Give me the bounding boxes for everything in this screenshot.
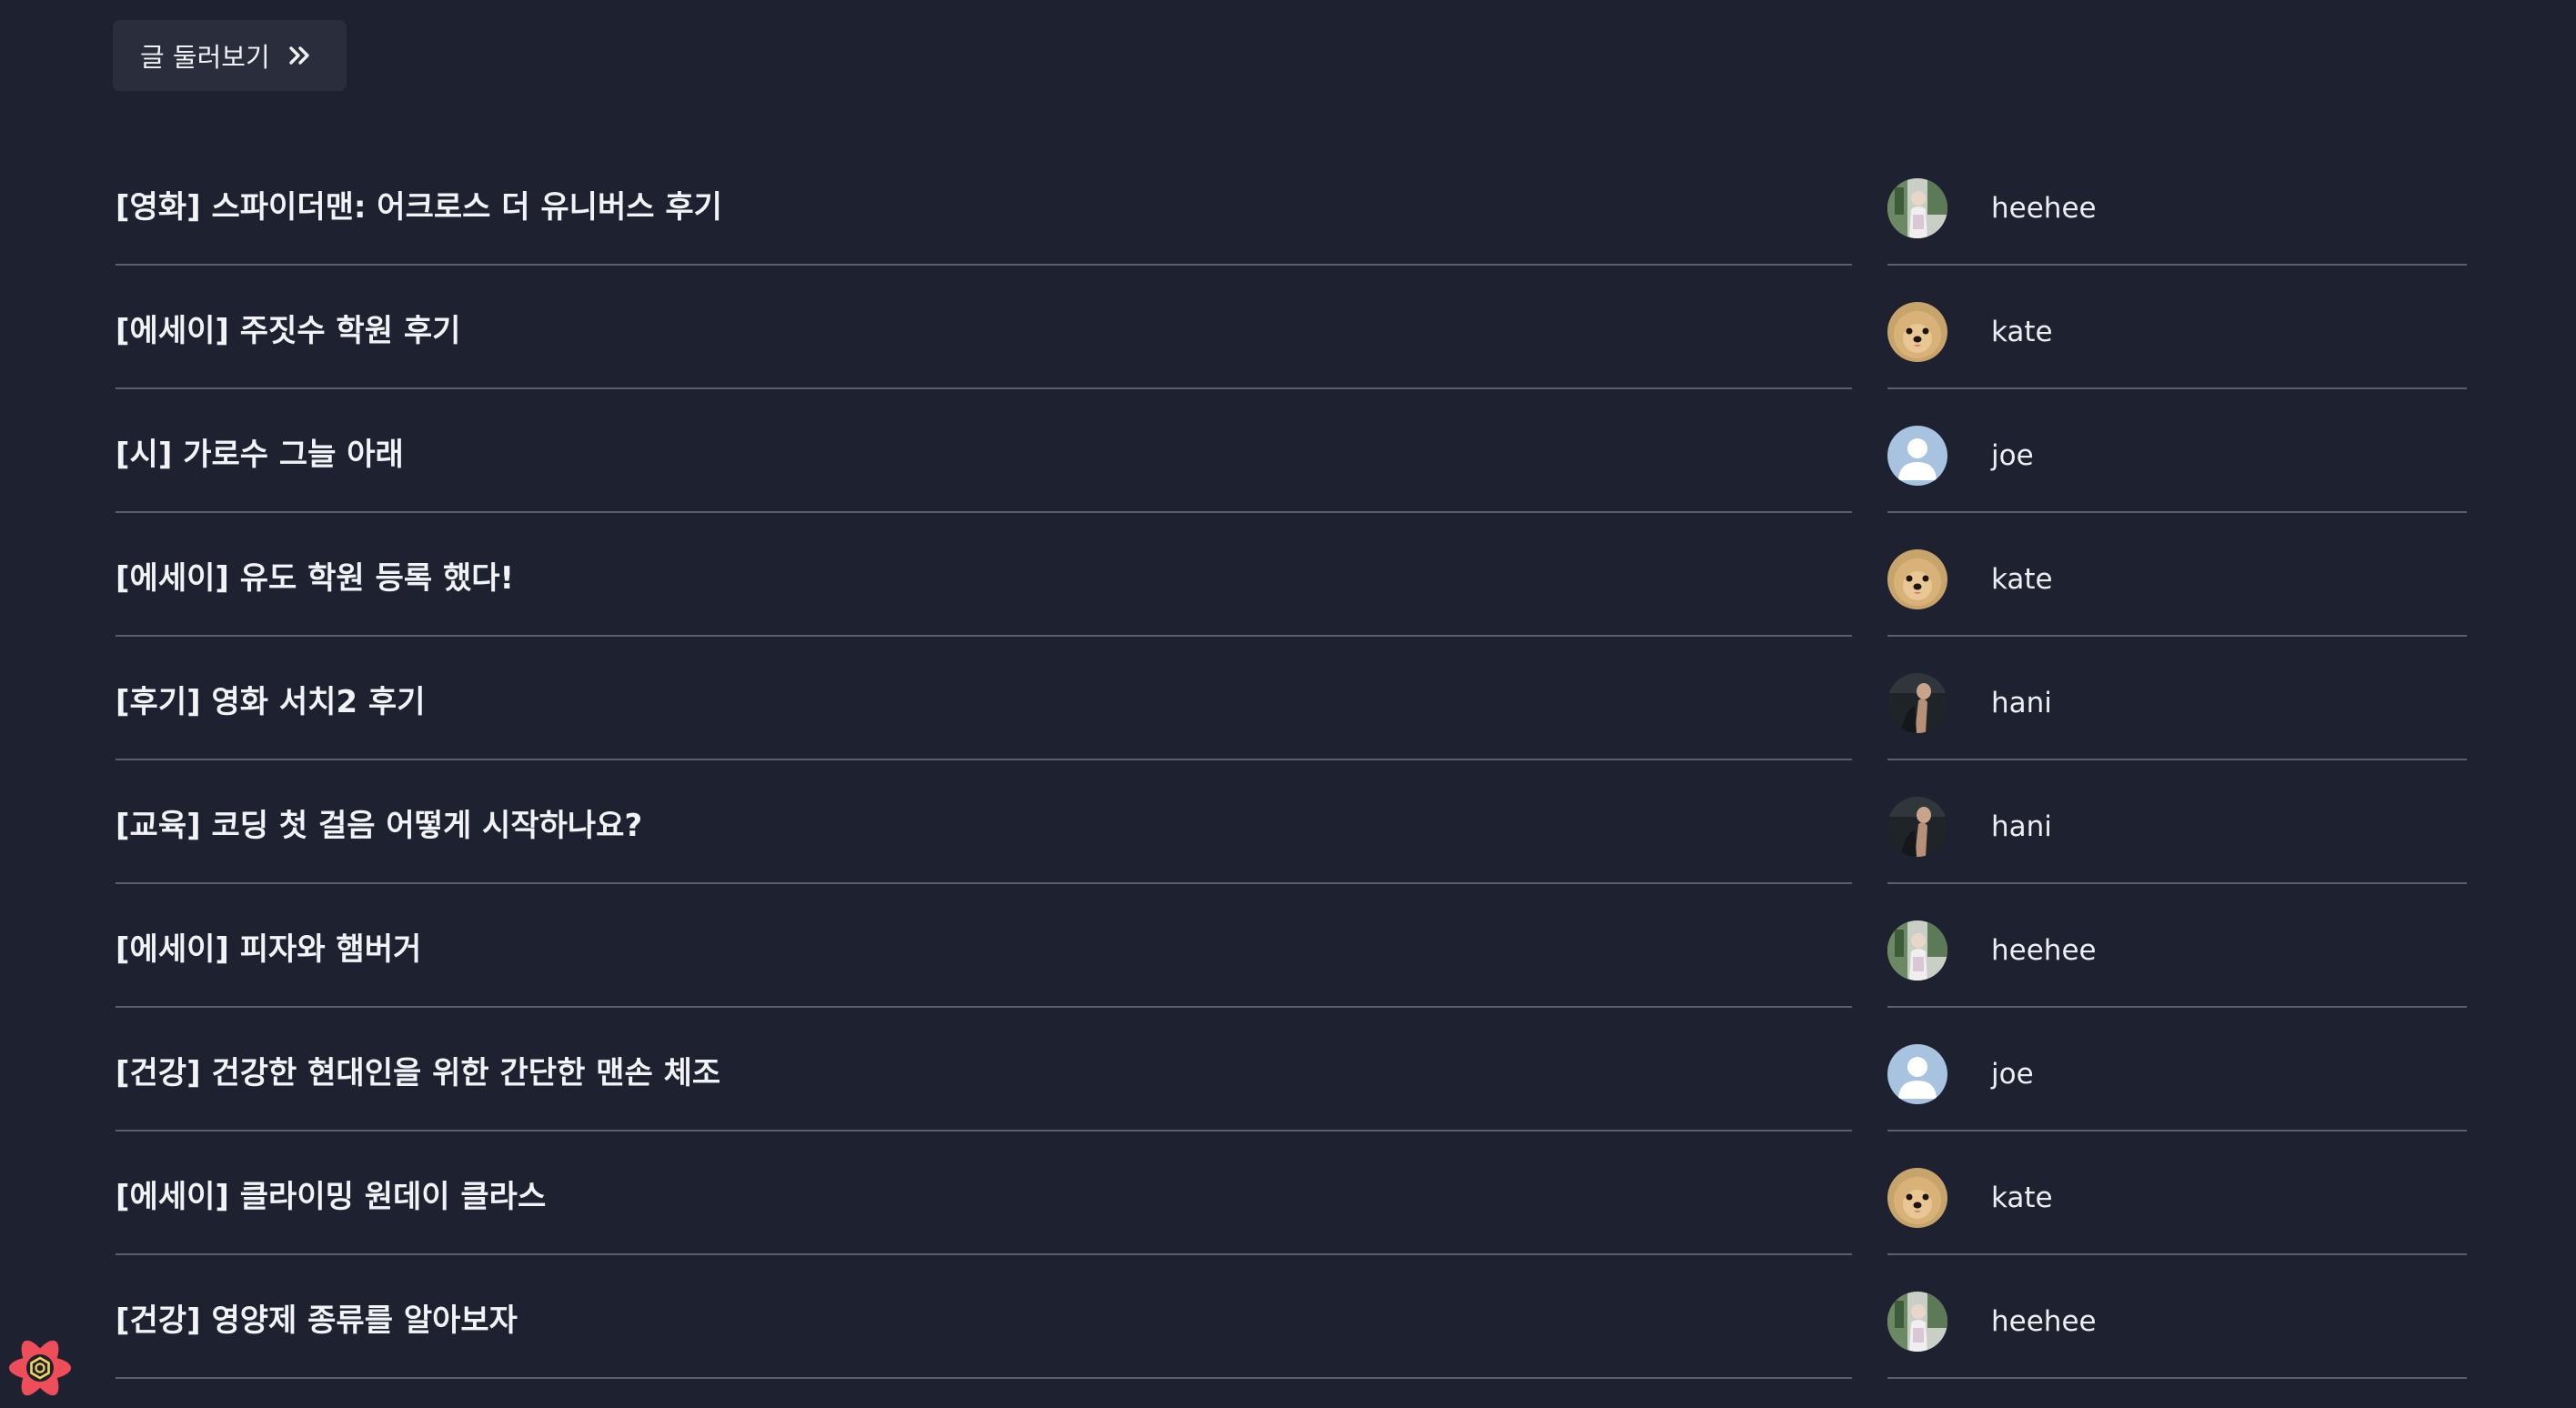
post-row: [후기] 영화 서치2 후기 hani [0,637,2576,760]
post-row: [건강] 영양제 종류를 알아보자 heehee [0,1255,2576,1379]
post-title[interactable]: [건강] 영양제 종류를 알아보자 [116,1295,518,1340]
avatar [1887,549,1947,609]
avatar [1887,302,1947,362]
author-name: kate [1991,1182,2053,1214]
post-title[interactable]: [교육] 코딩 첫 걸음 어떻게 시작하나요? [116,800,642,845]
avatar [1887,920,1947,981]
post-author[interactable]: kate [1887,549,2053,609]
author-name: heehee [1991,934,2097,967]
post-author[interactable]: heehee [1887,1292,2097,1352]
post-row: [시] 가로수 그늘 아래 joe [0,389,2576,513]
author-name: joe [1991,1058,2034,1091]
post-author[interactable]: joe [1887,1044,2034,1104]
post-title[interactable]: [에세이] 피자와 햄버거 [116,924,421,969]
post-title[interactable]: [시] 가로수 그늘 아래 [116,429,404,474]
author-divider [1887,1377,2467,1379]
browse-posts-button[interactable]: 글 둘러보기 [113,20,347,91]
avatar [1887,426,1947,486]
post-row: [에세이] 유도 학원 등록 했다! kate [0,513,2576,637]
post-title[interactable]: [건강] 건강한 현대인을 위한 간단한 맨손 체조 [116,1048,720,1092]
post-author[interactable]: kate [1887,1168,2053,1228]
post-title[interactable]: [에세이] 주짓수 학원 후기 [116,306,460,350]
post-title[interactable]: [후기] 영화 서치2 후기 [116,677,426,721]
post-author[interactable]: joe [1887,426,2034,486]
avatar [1887,673,1947,733]
post-author[interactable]: hani [1887,797,2052,857]
post-author[interactable]: heehee [1887,178,2097,238]
post-author[interactable]: heehee [1887,920,2097,981]
author-name: kate [1991,563,2053,596]
react-query-devtools-icon[interactable] [5,1333,75,1403]
avatar [1887,178,1947,238]
browse-posts-label: 글 둘러보기 [140,42,270,73]
author-name: heehee [1991,1305,2097,1338]
author-name: hani [1991,687,2052,719]
post-title[interactable]: [에세이] 클라이밍 원데이 클라스 [116,1172,546,1216]
post-author[interactable]: kate [1887,302,2053,362]
post-list: [영화] 스파이더맨: 어크로스 더 유니버스 후기 heehee [에세이] 주짓… [0,142,2576,1379]
avatar [1887,1292,1947,1352]
page: 글 둘러보기 [영화] 스파이더맨: 어크로스 더 유니버스 후기 heehee[… [0,0,2576,1408]
avatar [1887,1168,1947,1228]
chevron-double-right-icon [287,42,314,69]
author-name: kate [1991,316,2053,348]
avatar [1887,1044,1947,1104]
author-name: hani [1991,810,2052,843]
post-row: [에세이] 클라이밍 원데이 클라스 kate [0,1131,2576,1255]
post-author[interactable]: hani [1887,673,2052,733]
post-row: [에세이] 피자와 햄버거 heehee [0,884,2576,1008]
author-name: heehee [1991,192,2097,225]
post-row: [교육] 코딩 첫 걸음 어떻게 시작하나요? hani [0,760,2576,884]
post-row: [영화] 스파이더맨: 어크로스 더 유니버스 후기 heehee [0,142,2576,266]
post-row: [에세이] 주짓수 학원 후기 kate [0,266,2576,389]
row-divider [116,1377,1852,1379]
post-row: [건강] 건강한 현대인을 위한 간단한 맨손 체조 joe [0,1008,2576,1131]
post-title[interactable]: [에세이] 유도 학원 등록 했다! [116,553,514,598]
post-title[interactable]: [영화] 스파이더맨: 어크로스 더 유니버스 후기 [116,182,722,226]
avatar [1887,797,1947,857]
author-name: joe [1991,439,2034,472]
